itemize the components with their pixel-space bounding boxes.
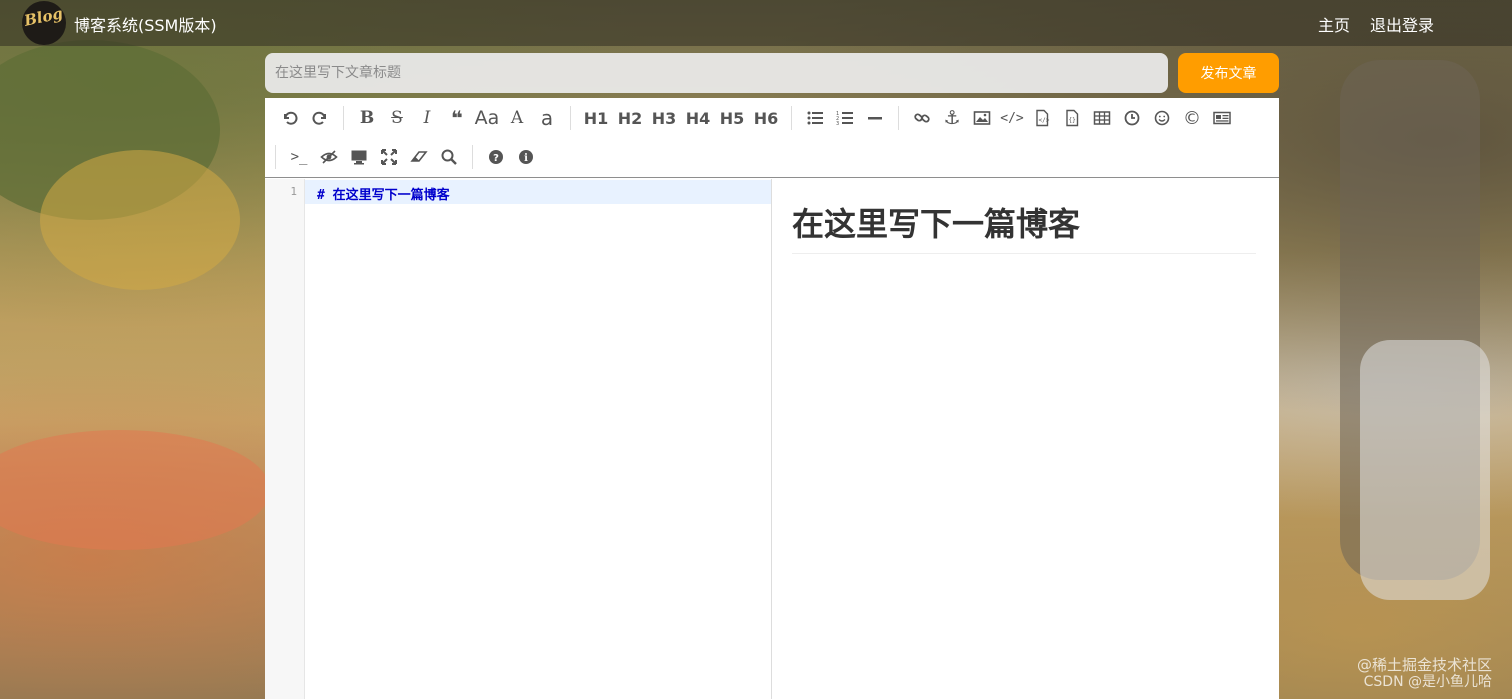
- tree-trunk-decoration: [1360, 340, 1490, 600]
- publish-button[interactable]: 发布文章: [1178, 53, 1279, 93]
- undo-icon[interactable]: [275, 103, 305, 133]
- italic-icon[interactable]: I: [412, 103, 442, 133]
- heading-1-button[interactable]: H1: [579, 103, 613, 133]
- flower-bed-decoration: [0, 430, 270, 550]
- link-icon[interactable]: [907, 103, 937, 133]
- watermark-line-2: CSDN @是小鱼儿哈: [1363, 674, 1492, 690]
- preview-heading: 在这里写下一篇博客: [792, 199, 1256, 254]
- emoji-icon[interactable]: [1147, 103, 1177, 133]
- pagebreak-icon[interactable]: [1207, 103, 1237, 133]
- font-upper-icon[interactable]: A: [502, 103, 532, 133]
- clear-icon[interactable]: [404, 142, 434, 172]
- nav-home-link[interactable]: 主页: [1318, 12, 1350, 36]
- terminal-icon[interactable]: >_: [284, 142, 314, 172]
- blog-logo[interactable]: Blog: [22, 1, 66, 45]
- bold-icon[interactable]: B: [352, 103, 382, 133]
- toolbar-row-1: B S I ❝ Aa A a H1 H2 H3 H4 H5 H6 123 ⚓ <…: [275, 99, 1237, 137]
- markdown-source-pane[interactable]: 1 # 在这里写下一篇博客: [265, 179, 772, 699]
- markdown-source-text[interactable]: # 在这里写下一篇博客: [317, 184, 450, 203]
- line-number-gutter: 1: [265, 179, 305, 699]
- image-icon[interactable]: [967, 103, 997, 133]
- preview-icon[interactable]: [344, 142, 374, 172]
- code-file-icon[interactable]: {}: [1057, 103, 1087, 133]
- info-icon[interactable]: i: [511, 142, 541, 172]
- line-number: 1: [290, 185, 297, 198]
- quote-icon[interactable]: ❝: [442, 103, 472, 133]
- article-title-input[interactable]: [265, 53, 1168, 93]
- top-nav: Blog 博客系统(SSM版本) 主页 退出登录: [0, 0, 1512, 46]
- heading-4-button[interactable]: H4: [681, 103, 715, 133]
- tree-trunk-decoration: [1340, 60, 1480, 580]
- strikethrough-icon[interactable]: S: [382, 103, 412, 133]
- table-icon[interactable]: [1087, 103, 1117, 133]
- anchor-icon[interactable]: ⚓: [937, 103, 967, 133]
- svg-text:i: i: [524, 153, 528, 164]
- markdown-editor: B S I ❝ Aa A a H1 H2 H3 H4 H5 H6 123 ⚓ <…: [265, 98, 1279, 699]
- heading-5-button[interactable]: H5: [715, 103, 749, 133]
- toolbar-separator: [472, 145, 473, 169]
- heading-3-button[interactable]: H3: [647, 103, 681, 133]
- search-icon[interactable]: [434, 142, 464, 172]
- toolbar-row-2: >_ ? i: [275, 138, 541, 176]
- svg-text:{}: {}: [1069, 117, 1076, 124]
- editor-toolbar: B S I ❝ Aa A a H1 H2 H3 H4 H5 H6 123 ⚓ <…: [265, 98, 1279, 178]
- site-title: 博客系统(SSM版本): [74, 16, 217, 35]
- toolbar-separator: [275, 145, 276, 169]
- watch-toggle-icon[interactable]: [314, 142, 344, 172]
- toolbar-separator: [898, 106, 899, 130]
- toolbar-separator: [570, 106, 571, 130]
- uppercase-icon[interactable]: Aa: [472, 103, 502, 133]
- markdown-preview-pane: 在这里写下一篇博客: [773, 179, 1279, 699]
- nav-logout-link[interactable]: 退出登录: [1370, 12, 1434, 36]
- svg-text:</>: </>: [1039, 117, 1050, 124]
- redo-icon[interactable]: [305, 103, 335, 133]
- datetime-icon[interactable]: [1117, 103, 1147, 133]
- code-icon[interactable]: </>: [997, 103, 1027, 133]
- code-block-icon[interactable]: </>: [1027, 103, 1057, 133]
- watermark: @稀土掘金技术社区 CSDN @是小鱼儿哈: [1357, 657, 1492, 691]
- help-icon[interactable]: ?: [481, 142, 511, 172]
- svg-text:3: 3: [836, 121, 839, 127]
- font-lower-icon[interactable]: a: [532, 103, 562, 133]
- logo-text: Blog: [22, 4, 64, 30]
- heading-2-button[interactable]: H2: [613, 103, 647, 133]
- horizontal-rule-icon[interactable]: [860, 103, 890, 133]
- html-entities-icon[interactable]: ©: [1177, 103, 1207, 133]
- toolbar-separator: [343, 106, 344, 130]
- heading-6-button[interactable]: H6: [749, 103, 783, 133]
- fullscreen-icon[interactable]: [374, 142, 404, 172]
- foliage-decoration: [40, 150, 240, 290]
- foliage-decoration: [0, 40, 220, 220]
- ordered-list-icon[interactable]: 123: [830, 103, 860, 133]
- svg-text:?: ?: [493, 153, 499, 164]
- watermark-line-1: @稀土掘金技术社区: [1356, 656, 1492, 674]
- unordered-list-icon[interactable]: [800, 103, 830, 133]
- toolbar-separator: [791, 106, 792, 130]
